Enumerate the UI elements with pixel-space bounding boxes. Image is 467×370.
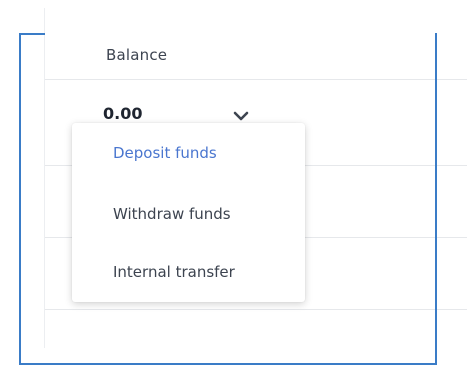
screen: Balance 0.00 Deposit funds Withdraw fund…	[0, 0, 467, 370]
menu-item-withdraw-funds[interactable]: Withdraw funds	[72, 181, 305, 239]
menu-item-internal-transfer[interactable]: Internal transfer	[72, 239, 305, 297]
highlight-outline-top	[19, 33, 45, 35]
menu-item-label: Internal transfer	[113, 263, 235, 281]
menu-item-label: Withdraw funds	[113, 205, 231, 223]
actions-dropdown-menu: Deposit funds Withdraw funds Internal tr…	[72, 123, 305, 302]
menu-item-label: Deposit funds	[113, 144, 217, 162]
menu-item-deposit-funds[interactable]: Deposit funds	[72, 123, 305, 181]
